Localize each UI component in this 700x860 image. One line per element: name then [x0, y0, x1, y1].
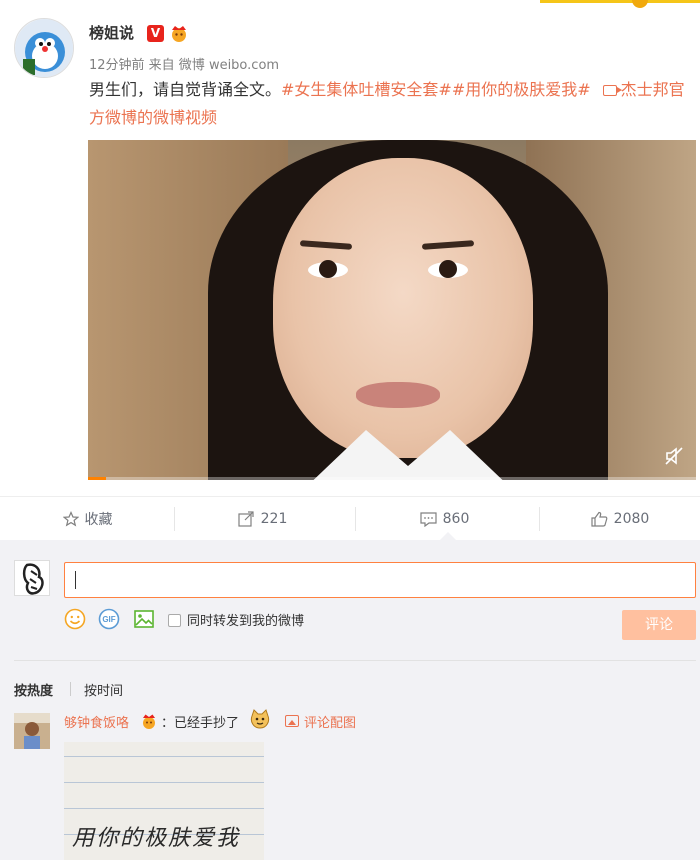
post-action-bar: 收藏 221 860 2080 — [0, 496, 700, 540]
smiley-icon[interactable] — [64, 608, 86, 630]
sort-divider — [70, 682, 71, 696]
share-icon — [238, 511, 254, 527]
video-player[interactable] — [88, 140, 696, 480]
image-icon[interactable] — [133, 608, 155, 630]
comment-input[interactable] — [64, 562, 696, 598]
video-subject-face — [273, 158, 533, 458]
thumbs-up-icon — [591, 511, 608, 527]
sort-by-hot-tab[interactable]: 按热度 — [14, 680, 53, 699]
comment-image[interactable]: 用你的极肤爱我 — [64, 742, 264, 860]
also-repost-label[interactable]: 同时转发到我的微博 — [187, 610, 304, 629]
video-progress-bar[interactable] — [88, 477, 696, 480]
hashtag-link[interactable]: #女生集体吐槽安全套# — [281, 80, 452, 99]
repost-count: 221 — [260, 511, 288, 527]
post-meta: 12分钟前 来自 微博 weibo.com — [89, 58, 280, 73]
submit-comment-button[interactable]: 评论 — [622, 610, 696, 640]
also-repost-checkbox[interactable] — [168, 614, 181, 627]
handwritten-text: 用你的极肤爱我 — [72, 826, 241, 851]
gif-icon[interactable]: GIF — [98, 608, 120, 630]
video-subject-eye — [308, 260, 348, 278]
video-subject-eye — [428, 260, 468, 278]
post-text-plain: 男生们，请自觉背诵全文。 — [89, 80, 282, 99]
doge-emoji-icon — [249, 708, 271, 730]
crown-icon — [140, 713, 158, 729]
repost-button[interactable]: 221 — [175, 497, 350, 541]
top-badge-icon — [632, 0, 648, 8]
comment-text: ：已经手抄了 — [161, 716, 240, 731]
star-icon — [62, 511, 79, 527]
commenter-username[interactable]: 够钟食饭咯 — [64, 712, 129, 731]
verified-v-icon: V — [147, 25, 164, 42]
comment-icon — [420, 512, 437, 527]
post-avatar[interactable] — [14, 18, 74, 78]
like-button[interactable]: 2080 — [540, 497, 700, 541]
like-count: 2080 — [613, 511, 650, 527]
favorite-label: 收藏 — [84, 512, 113, 528]
video-camera-icon — [602, 85, 622, 96]
comment-image-icon[interactable] — [285, 715, 299, 727]
video-subject-lips — [356, 382, 440, 408]
paper-rule-line — [64, 756, 264, 757]
hashtag-link[interactable]: #用你的极肤爱我# — [452, 80, 591, 99]
comment-count: 860 — [442, 511, 470, 527]
action-divider — [355, 507, 356, 531]
current-user-avatar[interactable] — [14, 560, 50, 596]
favorite-button[interactable]: 收藏 — [0, 497, 175, 541]
sort-by-time-tab[interactable]: 按时间 — [84, 680, 123, 699]
post-text: 男生们，请自觉背诵全文。#女生集体吐槽安全套##用你的极肤爱我# 杰士邦官方微博的… — [89, 76, 695, 132]
paper-rule-line — [64, 782, 264, 783]
commenter-avatar[interactable] — [14, 713, 50, 749]
post-username[interactable]: 榜姐说 — [89, 22, 134, 43]
comment-pointer-caret — [440, 532, 456, 540]
text-cursor — [75, 571, 76, 589]
svg-text:GIF: GIF — [102, 615, 115, 624]
comment-image-link[interactable]: 评论配图 — [304, 712, 356, 731]
section-divider — [14, 660, 696, 661]
mute-icon[interactable] — [664, 446, 684, 466]
video-progress-fill — [88, 477, 107, 480]
crown-icon — [169, 24, 189, 42]
paper-rule-line — [64, 808, 264, 809]
top-highlight-bar — [540, 0, 700, 3]
